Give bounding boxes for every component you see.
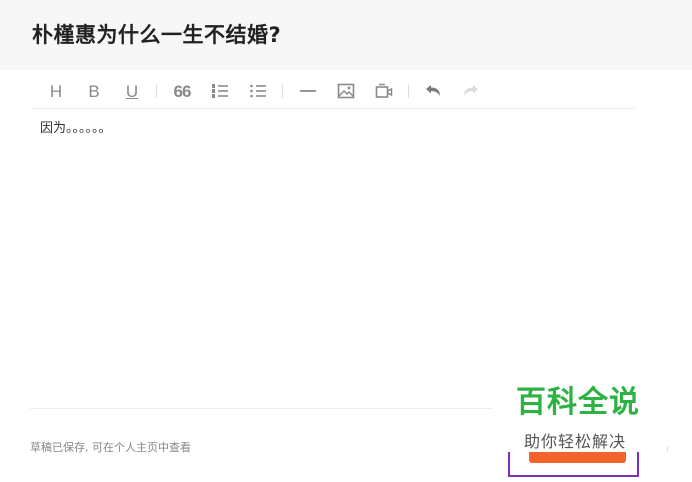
undo-button[interactable] — [419, 78, 447, 104]
redo-icon — [464, 85, 478, 96]
submit-button[interactable] — [529, 451, 626, 463]
footer-divider — [30, 408, 492, 409]
ordered-list-icon — [212, 84, 228, 98]
question-title: 朴槿惠为什么一生不结婚? — [32, 23, 282, 47]
bullet-list-icon — [250, 84, 266, 98]
quote-button[interactable]: 66 — [168, 78, 196, 104]
video-icon — [375, 83, 393, 98]
ordered-list-button[interactable] — [206, 78, 234, 104]
video-button[interactable] — [370, 78, 398, 104]
toolbar-divider — [408, 84, 409, 98]
answer-editor[interactable]: 因为。。。。。。 — [40, 117, 112, 136]
underline-button[interactable]: U — [118, 78, 146, 104]
heading-button[interactable]: H — [42, 78, 70, 104]
toolbar-divider — [156, 84, 157, 98]
draft-status: 草稿已保存, 可在个人主页中查看 — [30, 441, 191, 454]
edge-mark — [667, 446, 668, 452]
watermark-title: 百科全说 — [516, 385, 640, 420]
watermark-logo: 百科全说 助你轻松解决 — [494, 384, 664, 452]
image-button[interactable] — [332, 78, 360, 104]
horizontal-rule-icon — [300, 90, 316, 92]
question-header: 朴槿惠为什么一生不结婚? — [0, 0, 692, 70]
divider-button[interactable] — [294, 78, 322, 104]
bold-button[interactable]: B — [80, 78, 108, 104]
image-icon — [337, 83, 355, 99]
editor-toolbar: H B U 66 — [32, 74, 635, 109]
undo-icon — [426, 85, 440, 96]
toolbar-divider — [282, 84, 283, 98]
bullet-list-button[interactable] — [244, 78, 272, 104]
redo-button[interactable] — [457, 78, 485, 104]
watermark-subtitle: 助你轻松解决 — [524, 432, 627, 451]
